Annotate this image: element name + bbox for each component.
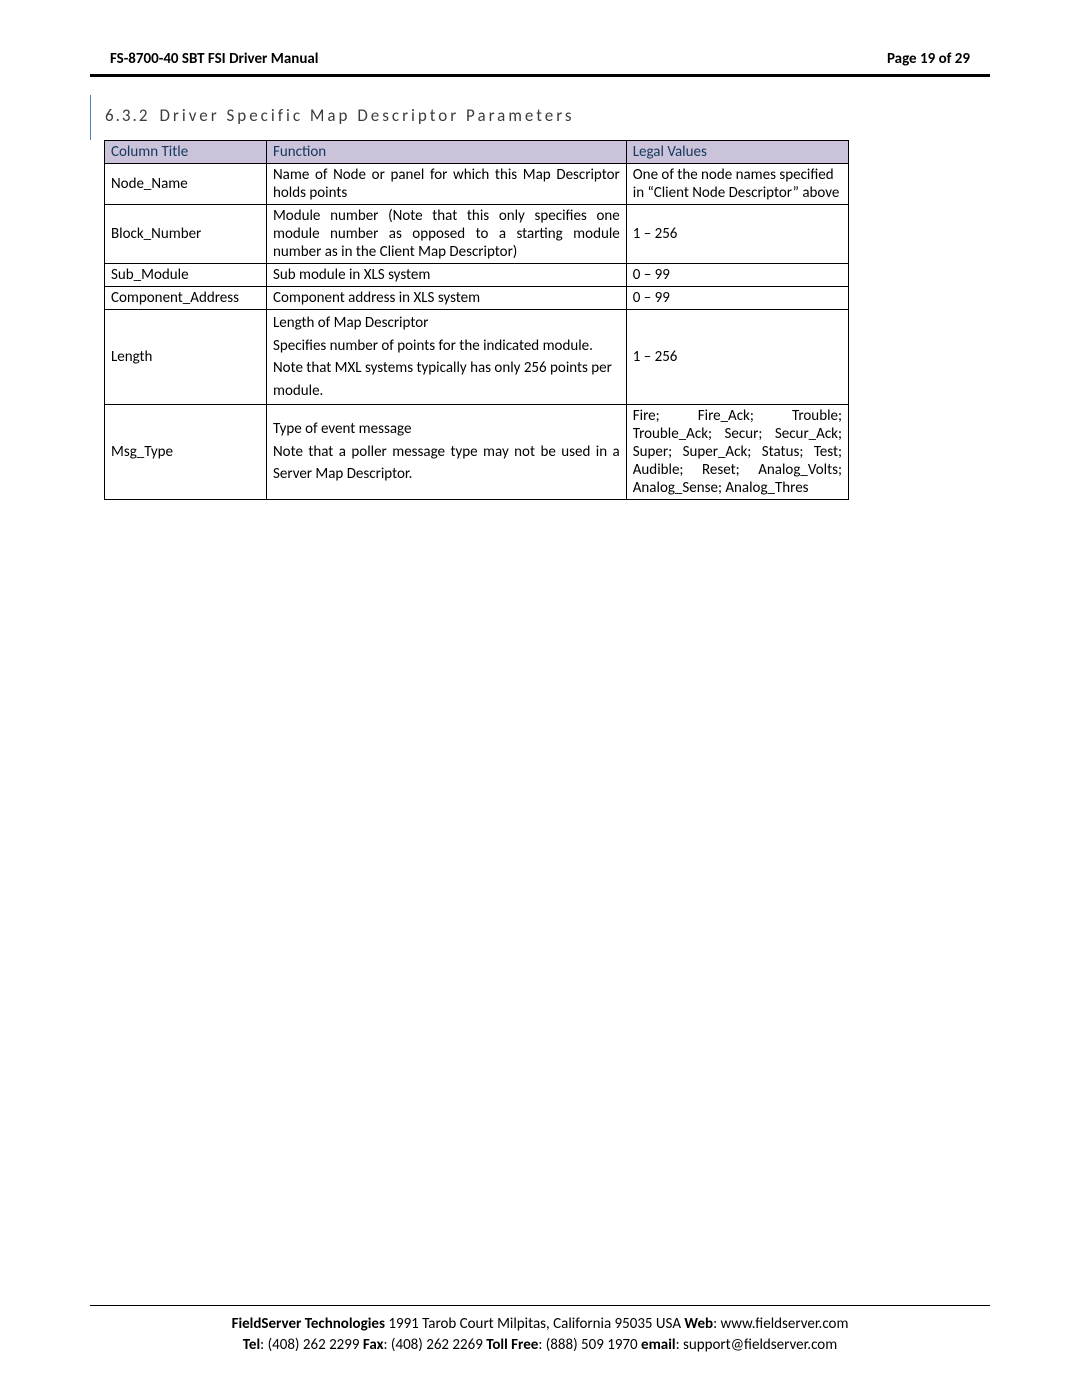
cell-function: Sub module in XLS system xyxy=(266,264,626,287)
cell-function: Name of Node or panel for which this Map… xyxy=(266,164,626,205)
cell-function: Length of Map Descriptor Specifies numbe… xyxy=(266,310,626,405)
table-row: Sub_Module Sub module in XLS system 0 – … xyxy=(105,264,849,287)
cell-function: Component address in XLS system xyxy=(266,287,626,310)
footer-fax-value: : (408) 262 2269 xyxy=(384,1336,487,1354)
footer-email-value: : support@fieldserver.com xyxy=(676,1336,838,1354)
footer-tel-value: : (408) 262 2299 xyxy=(260,1336,363,1354)
footer-web-label: Web xyxy=(684,1315,713,1333)
cell-legal: 1 – 256 xyxy=(626,310,848,405)
footer-tollfree-label: Toll Free xyxy=(486,1336,538,1354)
page-header: FS-8700-40 SBT FSI Driver Manual Page 19… xyxy=(90,50,990,74)
cell-legal: 0 – 99 xyxy=(626,287,848,310)
cell-function: Module number (Note that this only speci… xyxy=(266,205,626,264)
section-title: Driver Specific Map Descriptor Parameter… xyxy=(159,105,574,126)
footer-address: 1991 Tarob Court Milpitas, California 95… xyxy=(385,1315,684,1333)
header-rule xyxy=(90,74,990,77)
page-prefix: Page xyxy=(887,50,920,68)
cell-function: Type of event message Note that a poller… xyxy=(266,405,626,500)
section-number: 6.3.2 xyxy=(105,105,149,126)
footer-email-label: email xyxy=(641,1336,676,1354)
doc-title: FS-8700-40 SBT FSI Driver Manual xyxy=(110,50,318,68)
table-row: Length Length of Map Descriptor Specifie… xyxy=(105,310,849,405)
page-current: 19 xyxy=(920,50,935,68)
cell-legal: 1 – 256 xyxy=(626,205,848,264)
table-row: Block_Number Module number (Note that th… xyxy=(105,205,849,264)
cell-function-line: Length of Map Descriptor xyxy=(273,312,620,335)
cell-function-line: Note that a poller message type may not … xyxy=(273,441,620,486)
header-legal-values: Legal Values xyxy=(626,141,848,164)
page-total: 29 xyxy=(955,50,970,68)
cell-legal: Fire; Fire_Ack; Trouble; Trouble_Ack; Se… xyxy=(626,405,848,500)
cell-function-line: Type of event message xyxy=(273,418,620,441)
section-heading: 6.3.2 Driver Specific Map Descriptor Para… xyxy=(90,95,990,140)
cell-title: Sub_Module xyxy=(105,264,267,287)
footer-rule xyxy=(90,1305,990,1306)
cell-title: Node_Name xyxy=(105,164,267,205)
page-footer: FieldServer Technologies 1991 Tarob Cour… xyxy=(90,1305,990,1358)
footer-web-value: : www.fieldserver.com xyxy=(713,1315,848,1333)
table-row: Component_Address Component address in X… xyxy=(105,287,849,310)
cell-function-line: Specifies number of points for the indic… xyxy=(273,335,620,403)
footer-line-2: Tel: (408) 262 2299 Fax: (408) 262 2269 … xyxy=(90,1335,990,1357)
cell-title: Component_Address xyxy=(105,287,267,310)
table-row: Msg_Type Type of event message Note that… xyxy=(105,405,849,500)
cell-legal: One of the node names specified in “Clie… xyxy=(626,164,848,205)
header-column-title: Column Title xyxy=(105,141,267,164)
parameters-table: Column Title Function Legal Values Node_… xyxy=(104,140,849,500)
cell-legal: 0 – 99 xyxy=(626,264,848,287)
table-row: Node_Name Name of Node or panel for whic… xyxy=(105,164,849,205)
cell-title: Msg_Type xyxy=(105,405,267,500)
footer-fax-label: Fax xyxy=(363,1336,384,1354)
header-function: Function xyxy=(266,141,626,164)
table-header-row: Column Title Function Legal Values xyxy=(105,141,849,164)
footer-company: FieldServer Technologies xyxy=(232,1315,385,1333)
cell-title: Block_Number xyxy=(105,205,267,264)
cell-title: Length xyxy=(105,310,267,405)
page-indicator: Page 19 of 29 xyxy=(887,50,970,68)
footer-tel-label: Tel xyxy=(243,1336,260,1354)
footer-line-1: FieldServer Technologies 1991 Tarob Cour… xyxy=(90,1314,990,1336)
footer-tollfree-value: : (888) 509 1970 xyxy=(538,1336,641,1354)
page-of: of xyxy=(935,50,955,68)
